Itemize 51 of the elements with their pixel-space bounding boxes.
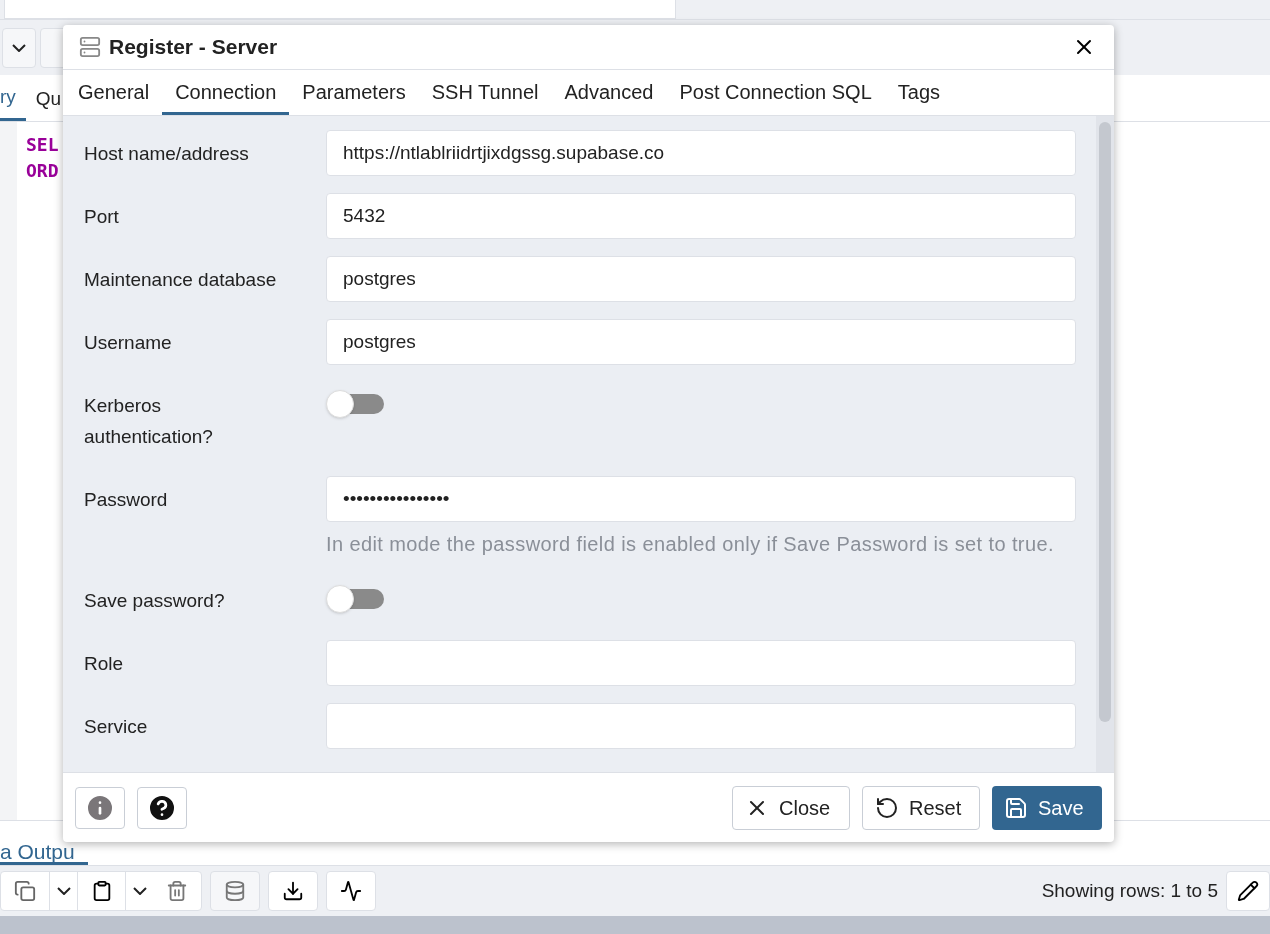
download-button[interactable]: [268, 871, 318, 911]
graph-button[interactable]: [326, 871, 376, 911]
help-button[interactable]: [137, 786, 187, 829]
help-text: In edit mode the password field is enabled only if Save Password is set to true.: [326, 532, 1055, 557]
field-label: Service: [84, 715, 149, 739]
edit-button[interactable]: [1226, 871, 1270, 911]
field-label: Username: [84, 331, 173, 355]
dialog-tab[interactable]: Post Connection SQL: [666, 71, 885, 115]
dialog-tab[interactable]: Parameters: [289, 71, 419, 115]
dialog-tab[interactable]: Advanced: [551, 71, 667, 115]
rows-info: Showing rows: 1 to 5: [1041, 878, 1218, 903]
field-label: Save password?: [84, 589, 226, 613]
save-data-button[interactable]: [210, 871, 260, 911]
dropdown-button[interactable]: [2, 27, 36, 68]
input-field[interactable]: postgres: [326, 319, 1076, 365]
save-button[interactable]: Save: [992, 785, 1102, 830]
dialog-tab[interactable]: Tags: [884, 71, 953, 115]
copy-icon: [14, 880, 36, 902]
toggle-switch[interactable]: [326, 392, 384, 416]
chevron-icon: [56, 887, 71, 895]
save-icon: [1004, 795, 1028, 820]
pencil-icon: [1237, 880, 1259, 902]
reset-button[interactable]: Reset: [862, 785, 980, 830]
toggle-switch[interactable]: [326, 587, 384, 611]
field-label: Role: [84, 652, 125, 676]
download-icon: [282, 880, 304, 902]
field-label: Kerberos authentication?: [84, 394, 214, 449]
reset-icon: [875, 795, 899, 820]
trash-icon: [166, 880, 188, 902]
field-label: Password: [84, 488, 169, 512]
dialog-title: Register - Server: [109, 34, 279, 61]
field-label: Host name/address: [84, 142, 250, 166]
scrollbar[interactable]: [1096, 116, 1114, 772]
sql-keyword: SEL: [26, 133, 59, 157]
close-button[interactable]: Close: [732, 785, 850, 830]
field-label: Port: [84, 205, 120, 229]
sql-keyword: ORD: [26, 159, 59, 183]
input-field[interactable]: postgres: [326, 256, 1076, 302]
database-icon: [224, 880, 246, 902]
input-field[interactable]: [326, 640, 1076, 686]
password-field[interactable]: ••••••••••••••••: [326, 476, 1076, 522]
info-button[interactable]: [75, 786, 125, 829]
server-icon: [79, 36, 101, 58]
input-field[interactable]: [326, 703, 1076, 749]
input-field[interactable]: 5432: [326, 193, 1076, 239]
chevron-icon: [12, 43, 26, 52]
input-field[interactable]: https://ntlablriidrtjixdgssg.supabase.co: [326, 130, 1076, 176]
line-chart-icon: [340, 880, 362, 902]
chevron-icon: [132, 887, 147, 895]
dialog-tab[interactable]: SSH Tunnel: [418, 71, 552, 115]
field-label: Maintenance database: [84, 268, 278, 292]
